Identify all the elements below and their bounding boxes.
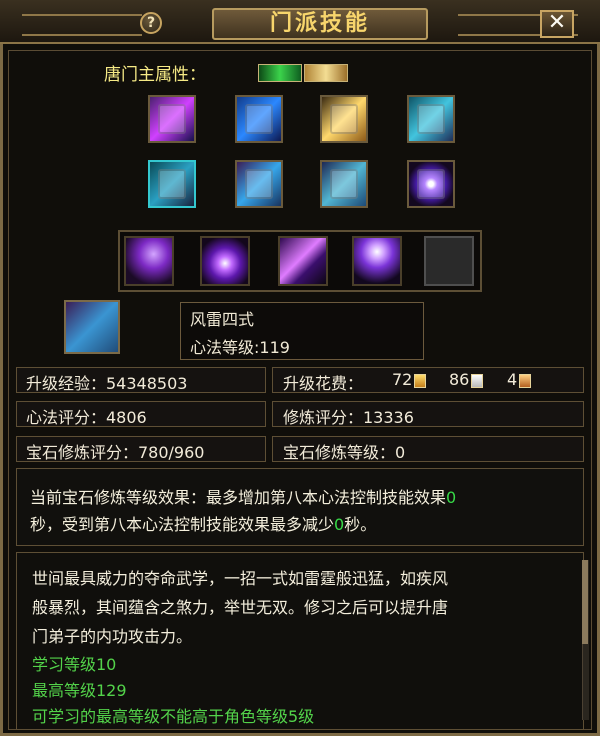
upgrade-cost-1-value: 72 — [392, 370, 413, 389]
gem-effect-value-2: 0 — [334, 515, 345, 534]
help-button[interactable]: ? — [140, 12, 162, 34]
gem-effect-line-2-suffix: 秒。 — [344, 515, 377, 534]
attribute-gold-icon — [304, 64, 348, 82]
selected-skill-icon — [64, 300, 120, 354]
heart-score: 心法评分：4806 — [26, 408, 147, 427]
skill-book-1-icon[interactable] — [148, 95, 196, 143]
description-line-1: 世间最具威力的夺命武学，一招一式如雷霆般迅猛，如疾风 — [32, 569, 449, 588]
skill-book-3-icon[interactable] — [320, 95, 368, 143]
skill-book-8-icon[interactable] — [407, 160, 455, 208]
upgrade-cost-2-value: 86 — [449, 370, 470, 389]
skill-book-4-icon[interactable] — [407, 95, 455, 143]
gem-train-level: 宝石修炼等级：0 — [283, 443, 406, 462]
selected-skill-level: 心法等级:119 — [190, 338, 290, 357]
selected-skill-name: 风雷四式 — [190, 310, 255, 329]
bronze-book-icon — [519, 373, 532, 388]
description-scroll-thumb[interactable] — [582, 560, 588, 644]
gem-effect-line-1: 当前宝石修炼等级效果：最多增加第八本心法控制技能效果0 — [30, 484, 456, 508]
skill-book-5-icon[interactable] — [148, 160, 196, 208]
upgrade-cost-1: 72 — [392, 370, 427, 389]
window-title-plate: 门派技能 — [212, 8, 428, 40]
skill-slot-1-icon[interactable] — [124, 236, 174, 286]
close-button[interactable]: ✕ — [540, 10, 574, 38]
learn-level: 学习等级10 — [32, 655, 117, 674]
skill-slot-5-empty-icon[interactable] — [424, 236, 474, 286]
skill-slot-2-icon[interactable] — [200, 236, 250, 286]
gem-train-score: 宝石修炼评分：780/960 — [26, 443, 205, 462]
upgrade-exp: 升级经验：54348503 — [26, 374, 188, 393]
title-ornament-left — [22, 14, 142, 36]
skill-book-2-icon[interactable] — [235, 95, 283, 143]
train-score: 修炼评分：13336 — [283, 408, 414, 427]
gem-effect-line-2-prefix: 秒，受到第八本心法控制技能效果最多减少 — [30, 515, 335, 534]
title-bar: ? 门派技能 ✕ — [0, 0, 600, 44]
level-limit: 可学习的最高等级不能高于角色等级5级 — [32, 707, 315, 726]
skill-slot-3-icon[interactable] — [278, 236, 328, 286]
skill-slot-4-icon[interactable] — [352, 236, 402, 286]
gold-book-icon — [414, 373, 427, 388]
upgrade-cost-3: 4 — [507, 370, 532, 389]
description-line-2: 般暴烈，其间蕴含之煞力，举世无双。修习之后可以提升唐 — [32, 598, 449, 617]
silver-book-icon — [471, 373, 484, 388]
description-line-3: 门弟子的内功攻击力。 — [32, 627, 193, 646]
gem-effect-line-2: 秒，受到第八本心法控制技能效果最多减少0秒。 — [30, 511, 376, 535]
gem-effect-value-1: 0 — [446, 488, 457, 507]
upgrade-cost-2: 86 — [449, 370, 484, 389]
upgrade-cost-label: 升级花费： — [283, 374, 364, 393]
skill-book-7-icon[interactable] — [320, 160, 368, 208]
window-title: 门派技能 — [269, 11, 370, 36]
gem-effect-line-1-text: 当前宝石修炼等级效果：最多增加第八本心法控制技能效果 — [30, 488, 447, 507]
attribute-label: 唐门主属性： — [104, 65, 206, 85]
upgrade-cost-3-value: 4 — [507, 370, 518, 389]
skill-book-6-icon[interactable] — [235, 160, 283, 208]
max-level: 最高等级129 — [32, 681, 127, 700]
attribute-green-icon — [258, 64, 302, 82]
